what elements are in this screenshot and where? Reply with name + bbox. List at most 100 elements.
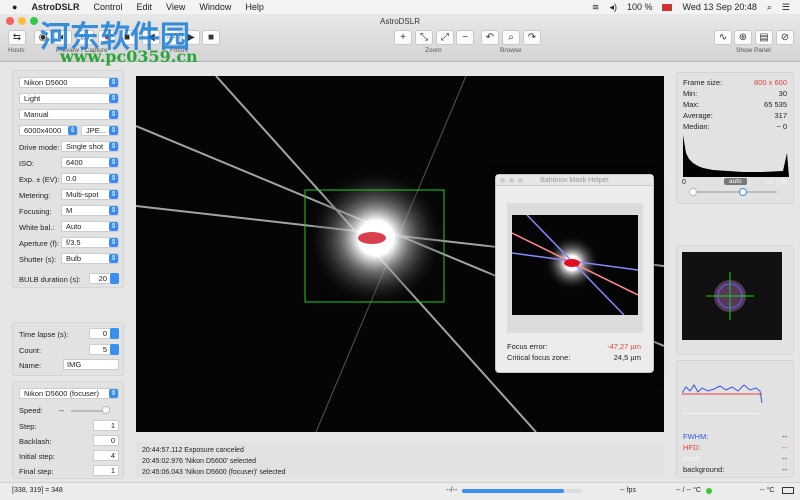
- max-value: 65 535: [764, 100, 787, 109]
- back-icon[interactable]: ↶: [481, 30, 499, 45]
- max-row: Max: 65 535: [683, 100, 787, 109]
- dialog-minimize-button[interactable]: [509, 178, 514, 183]
- menu-app[interactable]: AstroDSLR: [31, 2, 79, 12]
- progress-bar: [462, 489, 582, 493]
- list-icon[interactable]: ▤: [755, 30, 773, 45]
- focus-panel-icon[interactable]: ∿: [714, 30, 732, 45]
- minimize-button[interactable]: [18, 17, 26, 25]
- stop-capture-icon[interactable]: ■: [118, 30, 136, 45]
- auto-stretch-button[interactable]: auto: [724, 178, 747, 185]
- frame-size-row: Frame size: 800 x 600: [683, 78, 787, 87]
- hosts-group-label: Hosts: [8, 47, 25, 54]
- menu-view[interactable]: View: [166, 2, 185, 12]
- median-value: ~ 0: [776, 122, 787, 131]
- initial-step-input[interactable]: 4: [93, 450, 119, 461]
- count-label: Count:: [19, 346, 42, 355]
- bulb-input[interactable]: 20: [89, 273, 111, 284]
- log-panel: 20:44:57.112 Exposure canceled 20:45:02.…: [136, 442, 664, 478]
- bulb-stepper[interactable]: [110, 273, 119, 284]
- min-label: Min:: [683, 89, 698, 98]
- forward-icon[interactable]: ↷: [523, 30, 541, 45]
- log-line: 20:45:06.043 'Nikon D5600 (focuser)' sel…: [142, 469, 286, 476]
- clock[interactable]: Wed 13 Sep 20:48: [682, 2, 756, 12]
- zoom-actual-icon[interactable]: ⤢: [436, 30, 454, 45]
- count-input[interactable]: 5: [89, 344, 111, 355]
- timelapse-input[interactable]: 0: [89, 328, 111, 339]
- zoom-fit-icon[interactable]: ⤡: [415, 30, 433, 45]
- menu-edit[interactable]: Edit: [136, 2, 152, 12]
- spotlight-icon[interactable]: ⌕: [767, 2, 772, 13]
- camera-field-select[interactable]: 6400: [61, 157, 119, 168]
- focuser-select[interactable]: Nikon D5600 (focuser): [19, 388, 119, 399]
- speed-value: --: [59, 406, 64, 415]
- frame-type-select[interactable]: Light: [19, 93, 119, 104]
- zoom-out-icon[interactable]: −: [456, 30, 474, 45]
- name-label: Name:: [19, 361, 42, 370]
- notification-icon[interactable]: ☰: [782, 2, 790, 13]
- zoom-button[interactable]: [30, 17, 38, 25]
- peak-value: --: [782, 454, 787, 463]
- avg-value: 317: [774, 111, 787, 120]
- sequence-panel: Time lapse (s): 0 Count: 5 Name: IMG: [12, 322, 124, 376]
- median-row: Median: ~ 0: [683, 122, 787, 131]
- close-button[interactable]: [6, 17, 14, 25]
- timelapse-stepper[interactable]: [110, 328, 119, 339]
- eye-icon[interactable]: ◐: [54, 30, 72, 45]
- focus-error-row: Focus error: -47,27 µm: [507, 342, 641, 351]
- sensor-temperature: -- °C: [760, 487, 775, 494]
- dialog-zoom-button[interactable]: [518, 178, 523, 183]
- zoom-in-icon[interactable]: +: [394, 30, 412, 45]
- camera-field-select[interactable]: M: [61, 205, 119, 216]
- speed-slider-thumb[interactable]: [102, 406, 110, 414]
- menu-control[interactable]: Control: [93, 2, 122, 12]
- volume-icon[interactable]: ◂): [609, 2, 617, 13]
- camera-field-label: Aperture (f):: [19, 239, 60, 248]
- name-input[interactable]: IMG: [63, 359, 119, 370]
- star-zoom: [682, 252, 782, 340]
- count-stepper[interactable]: [110, 344, 119, 355]
- histogram-min: 0: [682, 179, 686, 186]
- camera-field-label: Focusing:: [19, 207, 52, 216]
- format-select[interactable]: JPE...: [81, 125, 119, 136]
- fwhm-row: FWHM: --: [683, 432, 787, 441]
- backlash-input[interactable]: 0: [93, 435, 119, 446]
- camera-field-select[interactable]: Single shot: [61, 141, 119, 152]
- menu-window[interactable]: Window: [199, 2, 231, 12]
- menu-help[interactable]: Help: [245, 2, 264, 12]
- apple-icon[interactable]: ●: [12, 2, 17, 12]
- focus-center-icon[interactable]: ·:·: [162, 30, 180, 45]
- focus-out-icon[interactable]: ▶: [182, 30, 200, 45]
- camera-field-select[interactable]: Bulb: [61, 253, 119, 264]
- battery-text[interactable]: 100 %: [627, 2, 653, 12]
- preview-icon[interactable]: ◉: [34, 30, 52, 45]
- camera-field-select[interactable]: Auto: [61, 221, 119, 232]
- globe-icon[interactable]: ⊕: [734, 30, 752, 45]
- histogram: [683, 135, 789, 177]
- camera-field-select[interactable]: Multi-spot: [61, 189, 119, 200]
- step-input[interactable]: 1: [93, 420, 119, 431]
- backlash-label: Backlash:: [19, 437, 52, 446]
- dialog-close-button[interactable]: [500, 178, 505, 183]
- wifi-icon[interactable]: ≋: [592, 2, 600, 13]
- mode-select[interactable]: Manual: [19, 109, 119, 120]
- stretch-min-thumb[interactable]: [689, 188, 697, 196]
- bahtinov-frame: [507, 203, 643, 333]
- compass-icon[interactable]: ⊘: [776, 30, 794, 45]
- fwhm-label: FWHM:: [683, 432, 709, 441]
- stretch-slider[interactable]: [691, 191, 777, 193]
- stretch-max-thumb[interactable]: [739, 188, 747, 196]
- camera-select[interactable]: Nikon D5600: [19, 77, 119, 88]
- search-icon[interactable]: ⌕: [502, 30, 520, 45]
- hosts-icon[interactable]: ⇆: [8, 30, 26, 45]
- final-step-input[interactable]: 1: [93, 465, 119, 476]
- frame-icon[interactable]: ▭: [76, 30, 94, 45]
- resolution-select[interactable]: 6000x4000: [19, 125, 78, 136]
- peak-label: peak:: [683, 454, 702, 463]
- camera-field-select[interactable]: f/3.5: [61, 237, 119, 248]
- median-label: Median:: [683, 122, 710, 131]
- focus-in-icon[interactable]: ◀: [142, 30, 160, 45]
- focus-stop-icon[interactable]: ■: [202, 30, 220, 45]
- record-icon[interactable]: ●: [98, 30, 116, 45]
- camera-field-select[interactable]: 0.0: [61, 173, 119, 184]
- flag-icon[interactable]: [662, 3, 673, 11]
